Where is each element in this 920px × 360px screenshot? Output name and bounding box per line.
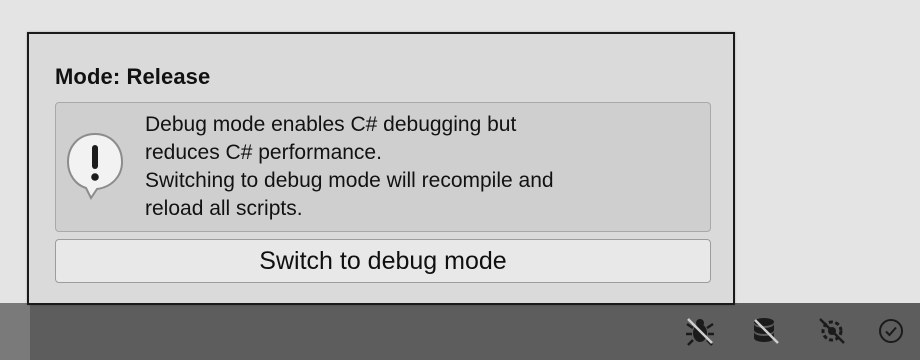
help-message-line: Debug mode enables C# debugging but (145, 113, 517, 136)
checkmark-circle-icon[interactable] (874, 314, 908, 348)
auto-generate-lighting-icon[interactable] (815, 314, 849, 348)
debug-bug-icon[interactable] (683, 314, 717, 348)
warning-exclamation-icon (64, 131, 126, 201)
help-message-line: Switching to debug mode will recompile a… (145, 169, 554, 192)
status-bar-edge (0, 303, 30, 360)
switch-to-debug-button[interactable]: Switch to debug mode (55, 239, 711, 283)
popup-title: Mode: Release (55, 64, 211, 89)
help-message-line: reload all scripts. (145, 197, 303, 220)
help-message-line: reduces C# performance. (145, 141, 382, 164)
help-box: Debug mode enables C# debugging but redu… (55, 102, 711, 232)
cache-server-icon[interactable] (749, 314, 783, 348)
debug-mode-popup: Mode: Release Debug mode enables C# debu… (27, 32, 735, 305)
help-message: Debug mode enables C# debugging but redu… (145, 111, 705, 223)
